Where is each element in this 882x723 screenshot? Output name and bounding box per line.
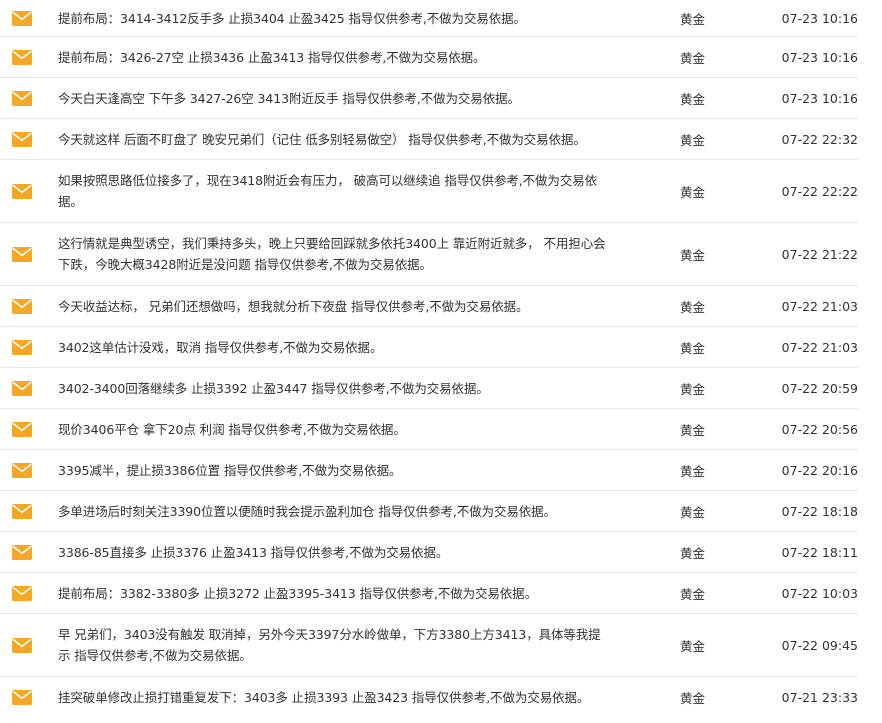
envelope-icon <box>0 689 58 705</box>
message-row[interactable]: 提前布局：3426-27空 止损3436 止盈3413 指导仅供参考,不做为交易… <box>0 37 858 78</box>
message-text[interactable]: 3395减半，提止损3386位置 指导仅供参考,不做为交易依据。 <box>58 460 630 481</box>
message-text[interactable]: 现价3406平仓 拿下20点 利润 指导仅供参考,不做为交易依据。 <box>58 419 630 440</box>
message-category: 黄金 <box>680 545 706 561</box>
message-time: 07-23 10:16 <box>781 49 858 65</box>
message-row[interactable]: 3386-85直接多 止损3376 止盈3413 指导仅供参考,不做为交易依据。… <box>0 532 858 573</box>
envelope-icon <box>0 637 58 653</box>
message-text[interactable]: 这行情就是典型诱空，我们秉持多头，晚上只要给回踩就多依托3400上 靠近附近就多… <box>58 233 630 275</box>
message-category: 黄金 <box>680 91 706 107</box>
message-text[interactable]: 提前布局：3426-27空 止损3436 止盈3413 指导仅供参考,不做为交易… <box>58 47 630 68</box>
message-row[interactable]: 今天收益达标， 兄弟们还想做吗，想我就分析下夜盘 指导仅供参考,不做为交易依据。… <box>0 286 858 327</box>
message-time: 07-23 10:16 <box>781 10 858 26</box>
message-row[interactable]: 提前布局：3414-3412反手多 止损3404 止盈3425 指导仅供参考,不… <box>0 0 858 37</box>
message-text[interactable]: 提前布局：3414-3412反手多 止损3404 止盈3425 指导仅供参考,不… <box>58 8 630 29</box>
message-row[interactable]: 3395减半，提止损3386位置 指导仅供参考,不做为交易依据。 黄金 07-22 … <box>0 450 858 491</box>
message-category: 黄金 <box>680 340 706 356</box>
message-time: 07-22 21:22 <box>781 246 858 262</box>
message-category: 黄金 <box>680 381 706 397</box>
message-time: 07-22 20:59 <box>781 380 858 396</box>
message-row[interactable]: 3402-3400回落继续多 止损3392 止盈3447 指导仅供参考,不做为交… <box>0 368 858 409</box>
message-time: 07-22 20:16 <box>781 462 858 478</box>
message-time: 07-22 18:18 <box>781 503 858 519</box>
message-text[interactable]: 今天白天逢高空 下午多 3427-26空 3413附近反手 指导仅供参考,不做为… <box>58 88 630 109</box>
message-text[interactable]: 提前布局：3382-3380多 止损3272 止盈3395-3413 指导仅供参… <box>58 583 630 604</box>
envelope-icon <box>0 339 58 355</box>
envelope-icon <box>0 90 58 106</box>
message-category: 黄金 <box>680 50 706 66</box>
message-time: 07-21 23:33 <box>781 689 858 705</box>
message-time: 07-22 22:32 <box>781 131 858 147</box>
message-category: 黄金 <box>680 299 706 315</box>
message-list: 提前布局：3414-3412反手多 止损3404 止盈3425 指导仅供参考,不… <box>0 0 858 717</box>
envelope-icon <box>0 49 58 65</box>
message-category: 黄金 <box>680 11 706 27</box>
envelope-icon <box>0 131 58 147</box>
message-text[interactable]: 挂突破单修改止损打错重复发下：3403多 止损3393 止盈3423 指导仅供参… <box>58 687 630 708</box>
message-category: 黄金 <box>680 690 706 706</box>
message-category: 黄金 <box>680 504 706 520</box>
message-text[interactable]: 3402这单估计没戏，取消 指导仅供参考,不做为交易依据。 <box>58 337 630 358</box>
message-row[interactable]: 如果按照思路低位接多了，现在3418附近会有压力， 破高可以继续追 指导仅供参考… <box>0 160 858 223</box>
envelope-icon <box>0 544 58 560</box>
message-time: 07-22 18:11 <box>781 544 858 560</box>
envelope-icon <box>0 10 58 26</box>
message-time: 07-22 20:56 <box>781 421 858 437</box>
message-category: 黄金 <box>680 247 706 263</box>
envelope-icon <box>0 298 58 314</box>
message-time: 07-23 10:16 <box>781 90 858 106</box>
envelope-icon <box>0 421 58 437</box>
message-category: 黄金 <box>680 184 706 200</box>
message-category: 黄金 <box>680 422 706 438</box>
message-row[interactable]: 多单进场后时刻关注3390位置以便随时我会提示盈利加仓 指导仅供参考,不做为交易… <box>0 491 858 532</box>
envelope-icon <box>0 503 58 519</box>
message-row[interactable]: 3402这单估计没戏，取消 指导仅供参考,不做为交易依据。 黄金 07-22 21:… <box>0 327 858 368</box>
message-text[interactable]: 今天就这样 后面不盯盘了 晚安兄弟们（记住 低多别轻易做空） 指导仅供参考,不做… <box>58 129 630 150</box>
message-category: 黄金 <box>680 638 706 654</box>
message-text[interactable]: 如果按照思路低位接多了，现在3418附近会有压力， 破高可以继续追 指导仅供参考… <box>58 170 630 212</box>
message-time: 07-22 09:45 <box>781 637 858 653</box>
message-text[interactable]: 3386-85直接多 止损3376 止盈3413 指导仅供参考,不做为交易依据。 <box>58 542 630 563</box>
message-row[interactable]: 早 兄弟们，3403没有触发 取消掉，另外今天3397分水岭做单，下方3380上… <box>0 614 858 677</box>
message-text[interactable]: 3402-3400回落继续多 止损3392 止盈3447 指导仅供参考,不做为交… <box>58 378 630 399</box>
envelope-icon <box>0 585 58 601</box>
message-category: 黄金 <box>680 463 706 479</box>
message-row[interactable]: 现价3406平仓 拿下20点 利润 指导仅供参考,不做为交易依据。 黄金 07-22… <box>0 409 858 450</box>
message-time: 07-22 21:03 <box>781 298 858 314</box>
envelope-icon <box>0 380 58 396</box>
envelope-icon <box>0 183 58 199</box>
message-row[interactable]: 这行情就是典型诱空，我们秉持多头，晚上只要给回踩就多依托3400上 靠近附近就多… <box>0 223 858 286</box>
message-row[interactable]: 提前布局：3382-3380多 止损3272 止盈3395-3413 指导仅供参… <box>0 573 858 614</box>
message-row[interactable]: 挂突破单修改止损打错重复发下：3403多 止损3393 止盈3423 指导仅供参… <box>0 677 858 717</box>
message-category: 黄金 <box>680 132 706 148</box>
envelope-icon <box>0 246 58 262</box>
message-time: 07-22 21:03 <box>781 339 858 355</box>
message-row[interactable]: 今天就这样 后面不盯盘了 晚安兄弟们（记住 低多别轻易做空） 指导仅供参考,不做… <box>0 119 858 160</box>
message-time: 07-22 22:22 <box>781 183 858 199</box>
message-text[interactable]: 多单进场后时刻关注3390位置以便随时我会提示盈利加仓 指导仅供参考,不做为交易… <box>58 501 630 522</box>
message-time: 07-22 10:03 <box>781 585 858 601</box>
message-category: 黄金 <box>680 586 706 602</box>
envelope-icon <box>0 462 58 478</box>
message-text[interactable]: 早 兄弟们，3403没有触发 取消掉，另外今天3397分水岭做单，下方3380上… <box>58 624 630 666</box>
message-row[interactable]: 今天白天逢高空 下午多 3427-26空 3413附近反手 指导仅供参考,不做为… <box>0 78 858 119</box>
message-text[interactable]: 今天收益达标， 兄弟们还想做吗，想我就分析下夜盘 指导仅供参考,不做为交易依据。 <box>58 296 630 317</box>
